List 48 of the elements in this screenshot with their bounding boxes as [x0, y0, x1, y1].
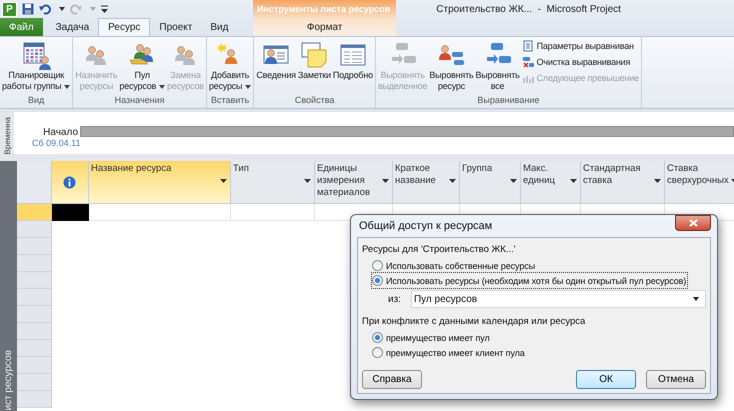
radio-option[interactable]: Использовать ресурсы (необходим хотя бы один открытый пул ресурсов)	[372, 273, 688, 288]
column-header[interactable]: Единицы измерения материалов	[315, 161, 393, 204]
window-title: Строительство ЖК... - Microsoft Project	[435, 2, 622, 16]
ribbon-button[interactable]: Выровнять все	[474, 37, 521, 95]
group-label: Вставить	[210, 95, 250, 107]
ribbon-tab[interactable]: Формат	[253, 18, 396, 36]
ribbon-button[interactable]: Добавить ресурсы	[208, 37, 252, 95]
context-tab-title: Инструменты листа ресурсов	[256, 3, 392, 16]
radio-option[interactable]: преимущество имеет клиент пула	[372, 345, 526, 360]
ribbon-button[interactable]: Выровнять ресурс	[428, 37, 474, 95]
ribbon-button[interactable]: Сведения	[255, 37, 297, 95]
app-icon[interactable]: P	[2, 2, 17, 16]
radio-option[interactable]: Использовать собственные ресурсы	[372, 258, 536, 273]
radio-option[interactable]: преимущество имеет пул	[372, 330, 491, 345]
dialog-button[interactable]: Отмена	[646, 370, 706, 389]
group-label: Вид	[28, 95, 44, 107]
ribbon-button[interactable]: Пул ресурсов	[118, 37, 166, 95]
group-label: Выравнивание	[477, 95, 540, 107]
from-label: из:	[388, 294, 401, 304]
column-header[interactable]: Краткое название	[393, 161, 460, 204]
ribbon-tab[interactable]: Задача	[46, 18, 98, 36]
column-header[interactable]: Стандартная ставка	[581, 161, 665, 204]
ribbon-button[interactable]: Заметки	[296, 37, 332, 95]
group-label: Свойства	[294, 95, 334, 107]
group-label: Назначения	[114, 95, 165, 107]
pool-select[interactable]: Пул ресурсов	[410, 290, 706, 308]
ribbon-tab[interactable]: Вид	[201, 18, 238, 36]
ribbon-button[interactable]: Параметры выравниван	[520, 39, 640, 53]
column-header[interactable]: Группа	[460, 161, 521, 204]
dialog-button[interactable]: Справка	[362, 370, 422, 389]
view-label: ист ресурсов	[3, 350, 14, 411]
column-header[interactable]: Ставка сверхурочных	[665, 161, 734, 204]
column-header[interactable]: Тип	[231, 161, 315, 204]
ribbon-tab[interactable]: Ресурс	[98, 18, 150, 36]
timeline-label: Временна	[2, 116, 12, 154]
ribbon-tab[interactable]: Файл	[0, 18, 43, 36]
column-header[interactable]: Макс. единиц	[521, 161, 581, 204]
dialog-button[interactable]: ОК	[576, 370, 636, 389]
start-label: Начало	[42, 127, 79, 138]
column-header[interactable]: Название ресурса	[89, 161, 231, 204]
dialog-title: Общий доступ к ресурсам	[358, 220, 492, 232]
start-date: Сб 09.04.11	[31, 138, 82, 150]
section-label: Ресурсы для 'Строительство ЖК...'	[362, 244, 517, 255]
ribbon-button[interactable]: Очистка выравнивания	[520, 55, 640, 69]
ribbon-tab[interactable]: Проект	[150, 18, 202, 36]
section-label: При конфликте с данными календаря или ресурса	[362, 316, 586, 327]
ribbon-button[interactable]: Планировщик работы группы	[1, 37, 72, 95]
ribbon-button[interactable]: Подробно	[332, 37, 374, 95]
